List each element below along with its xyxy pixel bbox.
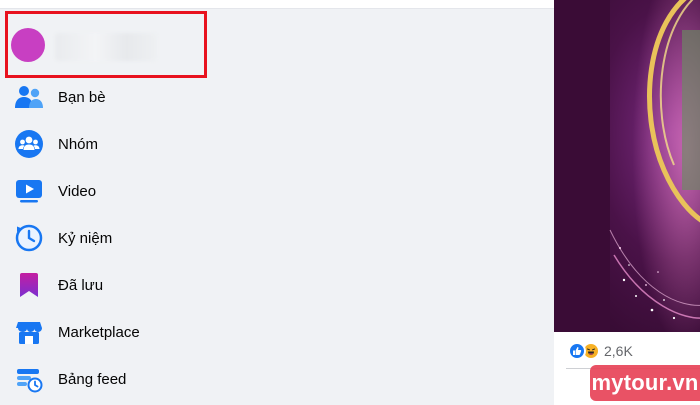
sidebar-item-label: Đã lưu bbox=[58, 276, 104, 294]
sidebar-item-label: Nhóm bbox=[58, 135, 99, 153]
highlight-box bbox=[5, 11, 207, 78]
saved-icon bbox=[11, 267, 47, 303]
sidebar-item-groups[interactable]: Nhóm bbox=[8, 122, 528, 166]
like-reaction-icon bbox=[568, 342, 586, 360]
sidebar-item-label: Marketplace bbox=[58, 323, 140, 341]
video-icon bbox=[11, 173, 47, 209]
sidebar-item-label: Kỷ niệm bbox=[58, 229, 113, 247]
reaction-count: 2,6K bbox=[604, 343, 633, 359]
memories-icon bbox=[11, 220, 47, 256]
marketplace-icon bbox=[11, 314, 47, 350]
watermark-text: mytour.vn bbox=[591, 370, 699, 395]
feeds-icon bbox=[11, 361, 47, 397]
feed-post: 2,6K bbox=[554, 0, 700, 405]
sidebar-item-label: Video bbox=[58, 182, 97, 200]
post-video-thumbnail[interactable] bbox=[554, 0, 700, 332]
sidebar-item-friends[interactable]: Bạn bè bbox=[8, 75, 528, 119]
sidebar-item-feeds[interactable]: Bảng feed bbox=[8, 357, 528, 401]
sidebar-item-saved[interactable]: Đã lưu bbox=[8, 263, 528, 307]
friends-icon bbox=[11, 79, 47, 115]
sidebar-item-label: Bạn bè bbox=[58, 88, 106, 106]
groups-icon bbox=[11, 126, 47, 162]
reaction-summary[interactable]: 2,6K bbox=[568, 340, 633, 362]
sparkle-frame-art bbox=[554, 0, 700, 332]
sidebar-item-marketplace[interactable]: Marketplace bbox=[8, 310, 528, 354]
sidebar-item-label: Bảng feed bbox=[58, 370, 127, 388]
sidebar-item-memories[interactable]: Kỷ niệm bbox=[8, 216, 528, 260]
watermark-logo: mytour.vn bbox=[590, 365, 700, 401]
sidebar-item-video[interactable]: Video bbox=[8, 169, 528, 213]
